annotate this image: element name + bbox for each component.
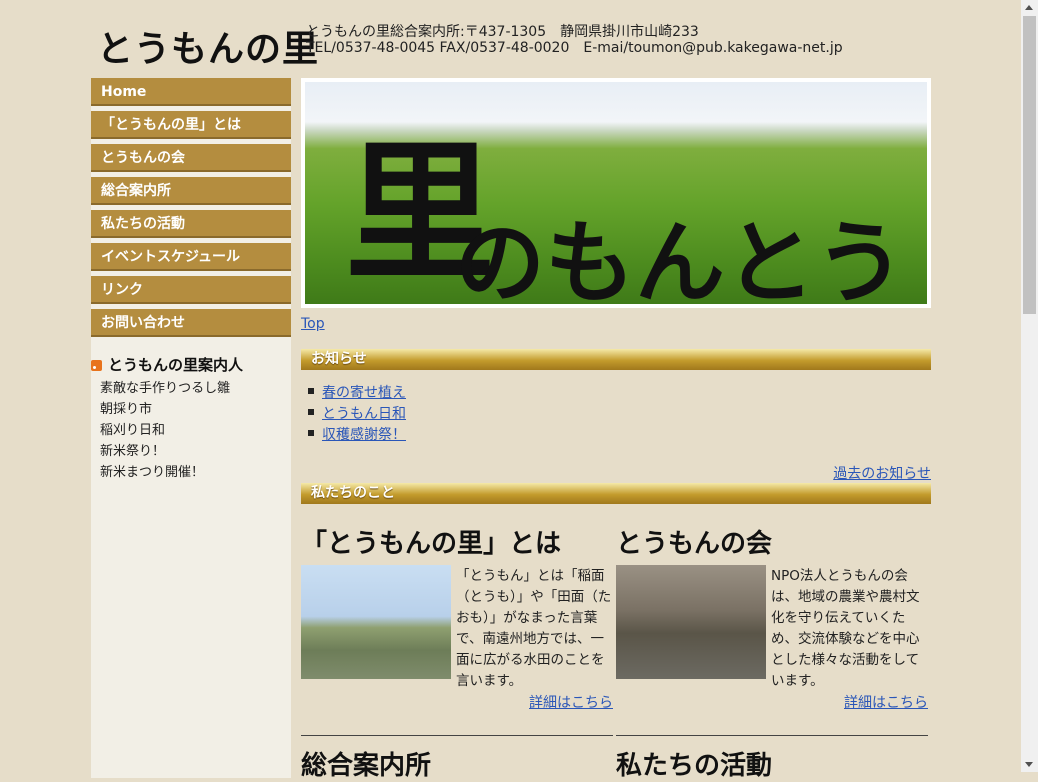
bullet-icon xyxy=(308,388,314,394)
address-line-2: TEL/0537-48-0045 FAX/0537-48-0020 E-mai/… xyxy=(306,40,843,56)
feed-item[interactable]: 新米まつり開催！ xyxy=(100,461,204,480)
divider xyxy=(616,735,928,736)
information-center-title: 総合案内所 xyxy=(301,751,432,781)
scroll-down-icon[interactable] xyxy=(1025,762,1033,767)
feed-item[interactable]: 新米祭り！ xyxy=(100,440,165,459)
about-more-link[interactable]: 詳細はこちら xyxy=(529,692,613,712)
association-text: NPO法人とうもんの会は、地域の農業や農村文化を守り伝えていくため、交流体験など… xyxy=(771,568,920,689)
rice-field-image: 里 のもんとう xyxy=(305,82,927,304)
nav-about[interactable]: 「とうもんの里」とは xyxy=(91,111,291,139)
scroll-up-icon[interactable] xyxy=(1025,5,1033,10)
feed-item[interactable]: 素敵な手作りつるし雛 xyxy=(100,377,230,396)
nav-information-center[interactable]: 総合案内所 xyxy=(91,177,291,205)
hero-small-text: のもんとう xyxy=(455,210,905,304)
nav-event-schedule[interactable]: イベントスケジュール xyxy=(91,243,291,271)
nav-links[interactable]: リンク xyxy=(91,276,291,304)
about-title: 「とうもんの里」とは xyxy=(301,529,562,559)
about-heading: 私たちのこと xyxy=(301,483,931,504)
scrollbar-thumb[interactable] xyxy=(1023,16,1036,314)
nav-association[interactable]: とうもんの会 xyxy=(91,144,291,172)
group-photo xyxy=(616,565,766,679)
bullet-icon xyxy=(308,430,314,436)
feed-item[interactable]: 稲刈り日和 xyxy=(100,419,165,438)
association-title: とうもんの会 xyxy=(616,529,773,559)
news-item[interactable]: とうもん日和 xyxy=(322,403,406,423)
address-line-1: とうもんの里総合案内所:〒437-1305 静岡県掛川市山崎233 xyxy=(306,24,699,40)
nav-contact[interactable]: お問い合わせ xyxy=(91,309,291,337)
association-more-link[interactable]: 詳細はこちら xyxy=(844,692,928,712)
header-address: とうもんの里総合案内所:〒437-1305 静岡県掛川市山崎233 TEL/05… xyxy=(306,24,843,56)
feed-title-text: とうもんの里案内人 xyxy=(108,356,244,374)
top-link[interactable]: Top xyxy=(301,316,325,332)
news-heading: お知らせ xyxy=(301,349,931,370)
feed-item[interactable]: 朝採り市 xyxy=(100,398,152,417)
feed-title[interactable]: とうもんの里案内人 xyxy=(91,354,243,375)
news-item[interactable]: 収穫感謝祭！ xyxy=(322,424,406,444)
about-text: 「とうもん」とは「稲面（とうも）」や「田面（たおも）」がなまった言葉で、南遠州地… xyxy=(456,568,612,689)
past-news-link[interactable]: 過去のお知らせ xyxy=(833,463,931,483)
activities-title: 私たちの活動 xyxy=(616,751,773,781)
hero-banner: 里 のもんとう xyxy=(301,78,931,308)
rice-paddy-photo xyxy=(301,565,451,679)
nav-activities[interactable]: 私たちの活動 xyxy=(91,210,291,238)
rss-icon[interactable] xyxy=(91,360,102,371)
news-item[interactable]: 春の寄せ植え xyxy=(322,382,406,402)
nav-home[interactable]: Home xyxy=(91,78,291,106)
site-logo[interactable]: とうもんの里 xyxy=(97,20,319,72)
divider xyxy=(301,735,613,736)
bullet-icon xyxy=(308,409,314,415)
